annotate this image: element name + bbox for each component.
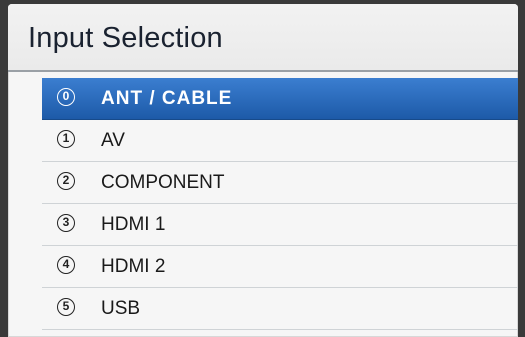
- title-bar: Input Selection: [8, 4, 518, 72]
- input-item-av[interactable]: 1 AV: [42, 120, 518, 162]
- number-5-icon: 5: [57, 298, 75, 316]
- number-4-icon: 4: [57, 256, 75, 274]
- input-label: USB: [101, 298, 141, 319]
- input-label: HDMI 1: [101, 214, 166, 235]
- input-label: COMPONENT: [101, 172, 225, 193]
- page-title: Input Selection: [28, 22, 223, 54]
- number-1-icon: 1: [57, 130, 75, 148]
- input-list: 0 ANT / CABLE 1 AV 2 COMPONENT 3 HDMI 1 …: [42, 78, 518, 330]
- input-label: AV: [101, 130, 125, 151]
- input-item-hdmi-1[interactable]: 3 HDMI 1: [42, 204, 518, 246]
- input-item-component[interactable]: 2 COMPONENT: [42, 162, 518, 204]
- input-item-ant-cable[interactable]: 0 ANT / CABLE: [42, 78, 518, 120]
- input-label: ANT / CABLE: [101, 88, 233, 109]
- input-item-usb[interactable]: 5 USB: [42, 288, 518, 330]
- input-label: HDMI 2: [101, 256, 166, 277]
- number-3-icon: 3: [57, 214, 75, 232]
- input-item-hdmi-2[interactable]: 4 HDMI 2: [42, 246, 518, 288]
- input-selection-panel: Input Selection 0 ANT / CABLE 1 AV 2 COM…: [8, 4, 518, 337]
- number-2-icon: 2: [57, 172, 75, 190]
- number-0-icon: 0: [57, 88, 75, 106]
